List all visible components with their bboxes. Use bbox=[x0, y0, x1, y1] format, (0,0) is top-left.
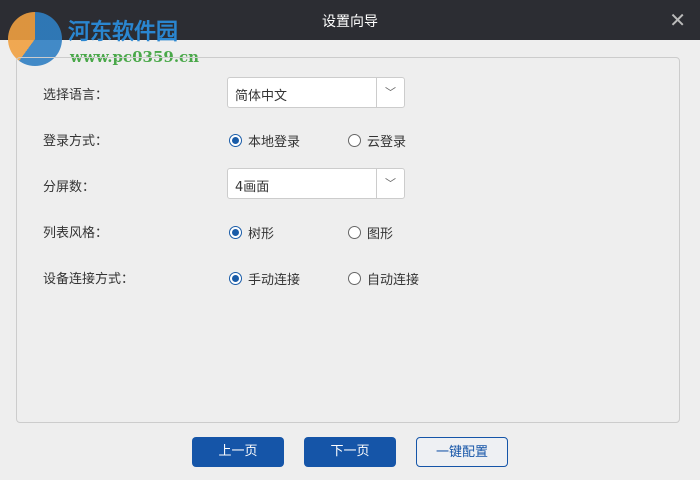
one-click-config-button[interactable]: 一键配置 bbox=[416, 437, 508, 467]
list-style-radio-tree[interactable]: 树形 bbox=[229, 223, 274, 242]
language-select[interactable]: 简体中文 ﹀ bbox=[227, 77, 405, 108]
radio-unchecked-icon bbox=[348, 134, 361, 147]
login-radio-local[interactable]: 本地登录 bbox=[229, 131, 300, 150]
radio-label: 图形 bbox=[367, 227, 394, 242]
chevron-down-icon: ﹀ bbox=[376, 169, 404, 198]
connect-label: 设备连接方式： bbox=[43, 272, 135, 287]
radio-checked-icon bbox=[229, 134, 242, 147]
list-style-label: 列表风格： bbox=[43, 226, 109, 241]
radio-unchecked-icon bbox=[348, 272, 361, 285]
next-button[interactable]: 下一页 bbox=[304, 437, 396, 467]
radio-checked-icon bbox=[229, 226, 242, 239]
radio-unchecked-icon bbox=[348, 226, 361, 239]
dialog-title: 设置向导 bbox=[322, 14, 378, 30]
list-style-radio-graphic[interactable]: 图形 bbox=[348, 223, 393, 242]
login-radio-cloud[interactable]: 云登录 bbox=[348, 131, 406, 150]
radio-label: 自动连接 bbox=[367, 273, 420, 288]
login-label: 登录方式： bbox=[43, 134, 109, 149]
radio-label: 手动连接 bbox=[248, 273, 301, 288]
close-icon[interactable]: ✕ bbox=[669, 8, 686, 32]
language-value: 简体中文 bbox=[235, 89, 288, 104]
connect-radio-auto[interactable]: 自动连接 bbox=[348, 269, 419, 288]
chevron-down-icon: ﹀ bbox=[376, 78, 404, 107]
radio-label: 树形 bbox=[248, 227, 275, 242]
split-value: 4画面 bbox=[235, 180, 270, 195]
radio-label: 本地登录 bbox=[248, 135, 301, 150]
radio-checked-icon bbox=[229, 272, 242, 285]
split-select[interactable]: 4画面 ﹀ bbox=[227, 168, 405, 199]
prev-button[interactable]: 上一页 bbox=[192, 437, 284, 467]
connect-radio-manual[interactable]: 手动连接 bbox=[229, 269, 300, 288]
title-bar: 设置向导 ✕ bbox=[0, 0, 700, 40]
split-label: 分屏数： bbox=[43, 180, 96, 195]
language-label: 选择语言： bbox=[43, 88, 109, 103]
radio-label: 云登录 bbox=[367, 135, 407, 150]
